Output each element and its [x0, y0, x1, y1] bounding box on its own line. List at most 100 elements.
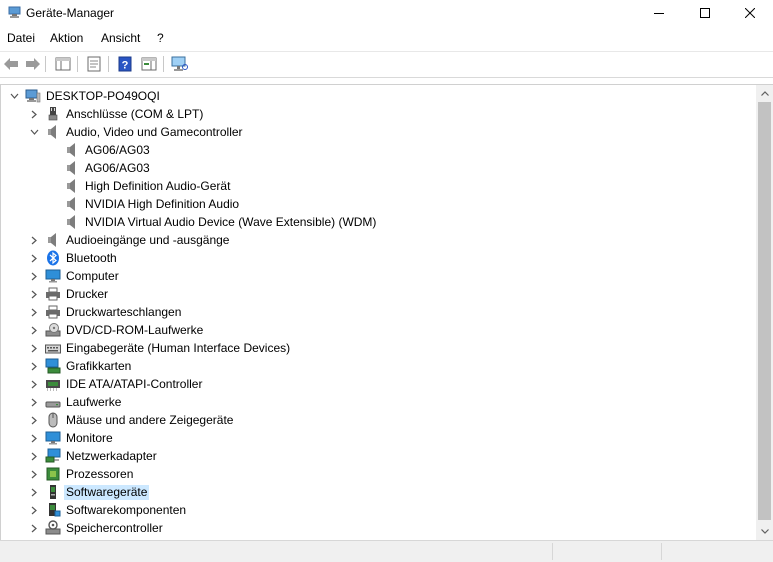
chevron-right-icon[interactable] — [27, 448, 41, 464]
tree-item-speichercontroller[interactable]: Speichercontroller — [1, 519, 756, 537]
minimize-icon — [654, 13, 664, 14]
chevron-right-icon[interactable] — [27, 430, 41, 446]
device-tree-panel: DESKTOP-PO49OQI Anschlüsse (COM & LPT) A… — [0, 84, 773, 540]
chevron-down-icon[interactable] — [27, 124, 41, 140]
chevron-right-icon[interactable] — [27, 484, 41, 500]
show-hide-console-tree-icon — [55, 57, 71, 71]
tree-item-label: Speichercontroller — [66, 521, 163, 535]
toolbar: ? — [0, 51, 773, 78]
monitor-icon — [45, 430, 61, 446]
tree-item-audioeingaenge[interactable]: Audioeingänge und -ausgänge — [1, 231, 756, 249]
svg-text:?: ? — [122, 60, 129, 72]
chevron-down-icon[interactable] — [7, 88, 21, 104]
chevron-right-icon[interactable] — [27, 250, 41, 266]
tree-item-nvidia-virtual-audio[interactable]: NVIDIA Virtual Audio Device (Wave Extens… — [1, 213, 756, 231]
tree-item-softwarekomponenten[interactable]: Softwarekomponenten — [1, 501, 756, 519]
scan-hardware-button[interactable] — [170, 55, 190, 73]
chevron-right-icon[interactable] — [27, 394, 41, 410]
tree-item-label: Audioeingänge und -ausgänge — [66, 233, 230, 247]
menu-help[interactable]: ? — [157, 31, 164, 45]
chevron-right-icon[interactable] — [27, 286, 41, 302]
status-bar — [0, 540, 773, 562]
tree-item-nvidia-hd-audio[interactable]: NVIDIA High Definition Audio — [1, 195, 756, 213]
menu-aktion[interactable]: Aktion — [50, 31, 83, 45]
chevron-right-icon[interactable] — [27, 268, 41, 284]
tree-item-netzwerkadapter[interactable]: Netzwerkadapter — [1, 447, 756, 465]
maximize-button[interactable] — [682, 0, 728, 26]
device-tree: DESKTOP-PO49OQI Anschlüsse (COM & LPT) A… — [1, 85, 756, 540]
chevron-right-icon[interactable] — [27, 304, 41, 320]
tree-item-eingabegeraete[interactable]: Eingabegeräte (Human Interface Devices) — [1, 339, 756, 357]
chevron-right-icon[interactable] — [27, 376, 41, 392]
minimize-button[interactable] — [636, 0, 682, 26]
close-icon — [745, 8, 755, 18]
tree-item-label: IDE ATA/ATAPI-Controller — [66, 377, 203, 391]
forward-button[interactable] — [23, 55, 43, 73]
chevron-right-icon[interactable] — [27, 322, 41, 338]
tree-item-dvd[interactable]: DVD/CD-ROM-Laufwerke — [1, 321, 756, 339]
tree-item-laufwerke[interactable]: Laufwerke — [1, 393, 756, 411]
tree-item-label: Eingabegeräte (Human Interface Devices) — [66, 341, 291, 355]
menu-bar: Datei Aktion Ansicht ? — [0, 28, 773, 48]
display-adapter-icon — [45, 358, 61, 374]
chevron-right-icon[interactable] — [27, 502, 41, 518]
printer-icon — [45, 304, 61, 320]
speaker-icon — [45, 124, 61, 140]
tree-item-anschluesse[interactable]: Anschlüsse (COM & LPT) — [1, 105, 756, 123]
tree-item-maeuse[interactable]: Mäuse und andere Zeigegeräte — [1, 411, 756, 429]
back-arrow-icon — [4, 58, 18, 70]
console-tree-button[interactable] — [53, 55, 73, 73]
tree-item-label: Bluetooth — [66, 251, 117, 265]
tree-item-softwaregeraete[interactable]: Softwaregeräte — [1, 483, 756, 501]
vertical-scrollbar[interactable] — [756, 85, 773, 540]
tree-item-label: Softwarekomponenten — [66, 503, 187, 517]
tree-item-monitore[interactable]: Monitore — [1, 429, 756, 447]
tree-item-druckwarteschlangen[interactable]: Druckwarteschlangen — [1, 303, 756, 321]
close-button[interactable] — [727, 0, 773, 26]
speaker-icon — [64, 196, 80, 212]
tree-root-label: DESKTOP-PO49OQI — [46, 89, 160, 103]
keyboard-icon — [45, 340, 61, 356]
scroll-down-button[interactable] — [756, 523, 773, 540]
tree-item-audio-video[interactable]: Audio, Video und Gamecontroller — [1, 123, 756, 141]
tree-item-computer[interactable]: Computer — [1, 267, 756, 285]
chevron-right-icon[interactable] — [27, 358, 41, 374]
tree-item-grafikkarten[interactable]: Grafikkarten — [1, 357, 756, 375]
scroll-up-button[interactable] — [756, 85, 773, 102]
menu-datei[interactable]: Datei — [7, 31, 35, 45]
chevron-right-icon[interactable] — [27, 106, 41, 122]
chevron-right-icon[interactable] — [27, 232, 41, 248]
tree-item-prozessoren[interactable]: Prozessoren — [1, 465, 756, 483]
chevron-right-icon[interactable] — [27, 466, 41, 482]
drive-icon — [45, 394, 61, 410]
disc-drive-icon — [45, 322, 61, 338]
back-button[interactable] — [1, 55, 21, 73]
action-pane-button[interactable] — [139, 55, 159, 73]
window-title: Geräte-Manager — [26, 6, 115, 20]
tree-item-ide[interactable]: IDE ATA/ATAPI-Controller — [1, 375, 756, 393]
tree-item-bluetooth[interactable]: Bluetooth — [1, 249, 756, 267]
chevron-right-icon[interactable] — [27, 412, 41, 428]
scan-hardware-icon — [171, 56, 188, 71]
chevron-right-icon[interactable] — [27, 340, 41, 356]
chevron-right-icon[interactable] — [27, 520, 41, 536]
speaker-icon — [45, 232, 61, 248]
tree-item-ag06-1[interactable]: AG06/AG03 — [1, 141, 756, 159]
tree-item-label: Netzwerkadapter — [66, 449, 157, 463]
tree-item-ag06-2[interactable]: AG06/AG03 — [1, 159, 756, 177]
tree-item-drucker[interactable]: Drucker — [1, 285, 756, 303]
properties-button[interactable] — [84, 55, 104, 73]
tree-item-label: Computer — [66, 269, 119, 283]
properties-icon — [87, 56, 101, 72]
processor-icon — [45, 466, 61, 482]
toolbar-separator — [163, 56, 164, 72]
tree-item-hd-audio[interactable]: High Definition Audio-Gerät — [1, 177, 756, 195]
menu-ansicht[interactable]: Ansicht — [101, 31, 140, 45]
chevron-up-icon — [760, 91, 769, 96]
tree-item-label: Audio, Video und Gamecontroller — [66, 125, 243, 139]
tree-item-label: Mäuse und andere Zeigegeräte — [66, 413, 234, 427]
scroll-thumb[interactable] — [758, 102, 771, 520]
help-button[interactable]: ? — [115, 55, 135, 73]
tree-root-row[interactable]: DESKTOP-PO49OQI — [1, 87, 756, 105]
tree-item-label: NVIDIA High Definition Audio — [85, 197, 240, 211]
